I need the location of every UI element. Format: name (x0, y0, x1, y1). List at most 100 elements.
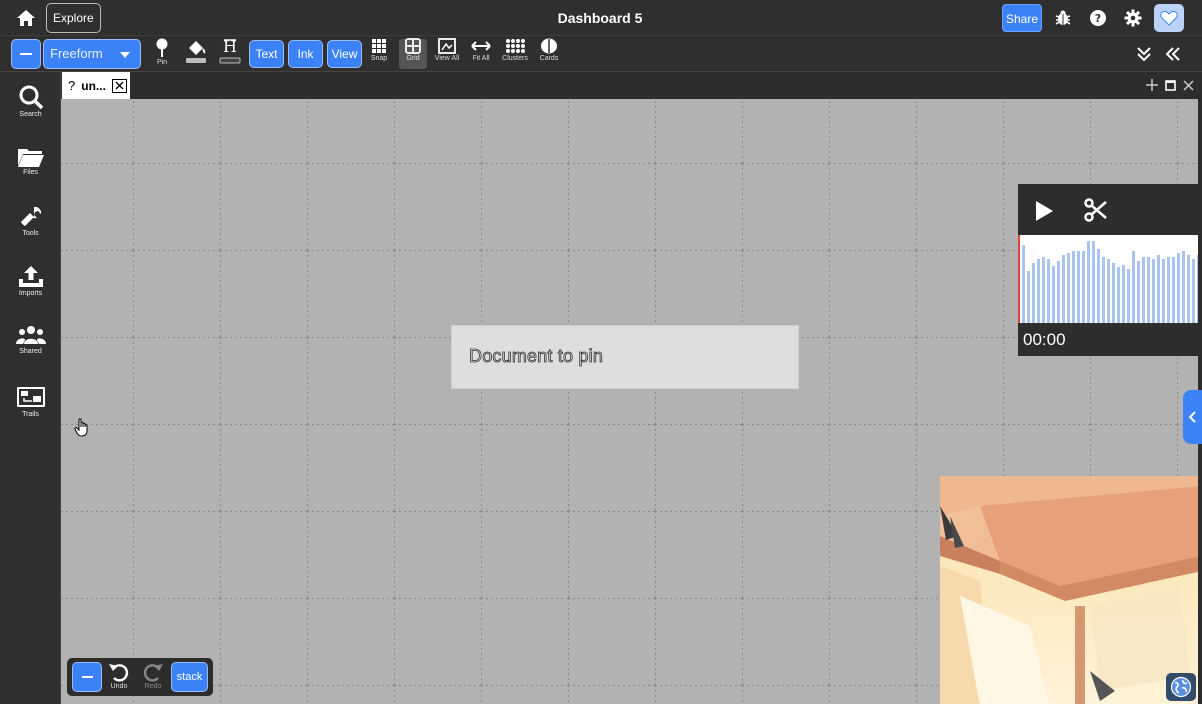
pin-tool[interactable]: Pin (153, 38, 171, 70)
tab-help-marker: ? (68, 78, 76, 93)
chevron-down-icon (120, 52, 130, 58)
sidebar-item-search[interactable]: Search (0, 84, 61, 128)
undo-button[interactable]: Undo (106, 661, 132, 690)
grid-tool[interactable]: Grid (402, 38, 424, 70)
collapse-bottom-button[interactable] (72, 662, 102, 692)
folder-icon (17, 149, 44, 167)
undo-label: Undo (110, 683, 128, 690)
users-icon (15, 326, 46, 344)
sidebar-item-label: Trails (22, 411, 39, 418)
snap-grid-icon (372, 39, 386, 53)
maximize-button[interactable] (1163, 78, 1177, 92)
sidebar-item-label: Tools (22, 230, 39, 237)
audio-waveform[interactable] (1018, 235, 1198, 323)
audio-player: 00:00 (1018, 184, 1198, 356)
grid-tool-label: Grid (406, 55, 420, 62)
tab-close-button[interactable] (111, 78, 127, 93)
snap-tool[interactable]: Snap (368, 38, 390, 70)
trim-button[interactable] (1084, 198, 1108, 227)
view-all-icon (438, 38, 456, 54)
heading-icon: H (219, 38, 241, 64)
chevron-left-icon (1188, 411, 1196, 423)
cards-icon (541, 38, 557, 54)
waveform-bars (1022, 241, 1198, 323)
close-icon (1182, 79, 1194, 91)
mode-select-value: Freeform (50, 46, 103, 61)
interior-illustration (940, 476, 1198, 704)
top-bar: Explore Dashboard 5 Share ? (0, 0, 1202, 36)
play-icon (1036, 201, 1053, 221)
sidebar-item-label: Shared (19, 348, 42, 355)
upload-icon (18, 266, 43, 287)
redo-label: Redo (144, 683, 162, 690)
mode-select[interactable]: Freeform (43, 39, 141, 69)
sidebar-item-label: Files (23, 169, 38, 176)
home-button[interactable] (12, 6, 40, 30)
page-title: Dashboard 5 (557, 10, 643, 26)
scissors-icon (1084, 198, 1107, 222)
view-all-tool[interactable]: View All (432, 38, 462, 70)
side-panel-toggle[interactable] (1183, 390, 1202, 444)
double-chevron-down-icon (1137, 47, 1151, 62)
settings-button[interactable] (1123, 8, 1143, 28)
bug-button[interactable] (1053, 8, 1073, 28)
fit-all-label: Fit All (472, 55, 490, 62)
header-tool[interactable]: H (219, 38, 241, 70)
double-chevron-left-icon (1165, 47, 1180, 61)
redo-icon (143, 664, 163, 682)
document-card[interactable]: Document to pin (451, 325, 799, 389)
new-tab-button[interactable] (1145, 78, 1159, 92)
clusters-tool[interactable]: Clusters (500, 38, 530, 70)
close-pane-button[interactable] (1181, 78, 1195, 92)
gear-icon (1124, 9, 1142, 27)
image-card[interactable] (940, 476, 1198, 704)
fill-tool[interactable] (185, 38, 207, 70)
svg-text:?: ? (1095, 12, 1101, 25)
share-button[interactable]: Share (1002, 4, 1042, 32)
pin-tool-label: Pin (156, 59, 168, 66)
freeform-canvas[interactable]: Document to pin 00:00 (61, 99, 1198, 704)
cards-tool[interactable]: Cards (536, 38, 562, 70)
text-button[interactable]: Text (249, 40, 284, 68)
sidebar-item-label: Search (19, 111, 42, 118)
fit-all-icon (471, 41, 491, 51)
play-button[interactable] (1034, 200, 1054, 227)
paint-bucket-icon (186, 41, 206, 63)
trails-icon (16, 387, 45, 407)
clusters-label: Clusters (502, 55, 528, 62)
expand-down-button[interactable] (1134, 44, 1154, 64)
left-sidebar: Search Files Tools Imports Shared Trails (0, 72, 61, 704)
undo-icon (109, 664, 129, 682)
collapse-left-button[interactable] (1163, 44, 1183, 64)
help-button[interactable]: ? (1088, 8, 1108, 28)
favorite-button[interactable] (1154, 4, 1184, 32)
sidebar-item-trails[interactable]: Trails (0, 386, 61, 430)
tab-title: un... (81, 78, 106, 93)
globe-icon (1170, 676, 1192, 698)
sidebar-item-shared[interactable]: Shared (0, 325, 61, 369)
hand-cursor-icon (74, 418, 88, 437)
fit-all-tool[interactable]: Fit All (468, 38, 494, 70)
ink-button[interactable]: Ink (288, 40, 323, 68)
sidebar-item-label: Imports (18, 290, 43, 297)
plus-icon (1146, 79, 1158, 91)
map-button[interactable] (1166, 673, 1196, 701)
sidebar-item-tools[interactable]: Tools (0, 205, 61, 249)
view-all-label: View All (434, 55, 460, 62)
stack-button[interactable]: stack (171, 662, 208, 692)
home-icon (17, 10, 35, 26)
explore-button[interactable]: Explore (46, 3, 101, 33)
search-icon (19, 85, 43, 110)
document-card-text: Document to pin (469, 346, 604, 367)
clusters-icon (506, 39, 525, 53)
sidebar-item-imports[interactable]: Imports (0, 265, 61, 309)
redo-button[interactable]: Redo (140, 661, 166, 690)
view-button[interactable]: View (327, 40, 362, 68)
collapse-toolbar-button[interactable] (11, 39, 41, 69)
snap-tool-label: Snap (370, 55, 388, 62)
cards-label: Cards (539, 55, 559, 62)
toolbar: Freeform Pin H Text Ink View Snap Grid V… (0, 36, 1202, 72)
sidebar-item-files[interactable]: Files (0, 146, 61, 190)
heart-icon (1160, 10, 1178, 26)
document-tab[interactable]: ? un... (62, 72, 130, 99)
